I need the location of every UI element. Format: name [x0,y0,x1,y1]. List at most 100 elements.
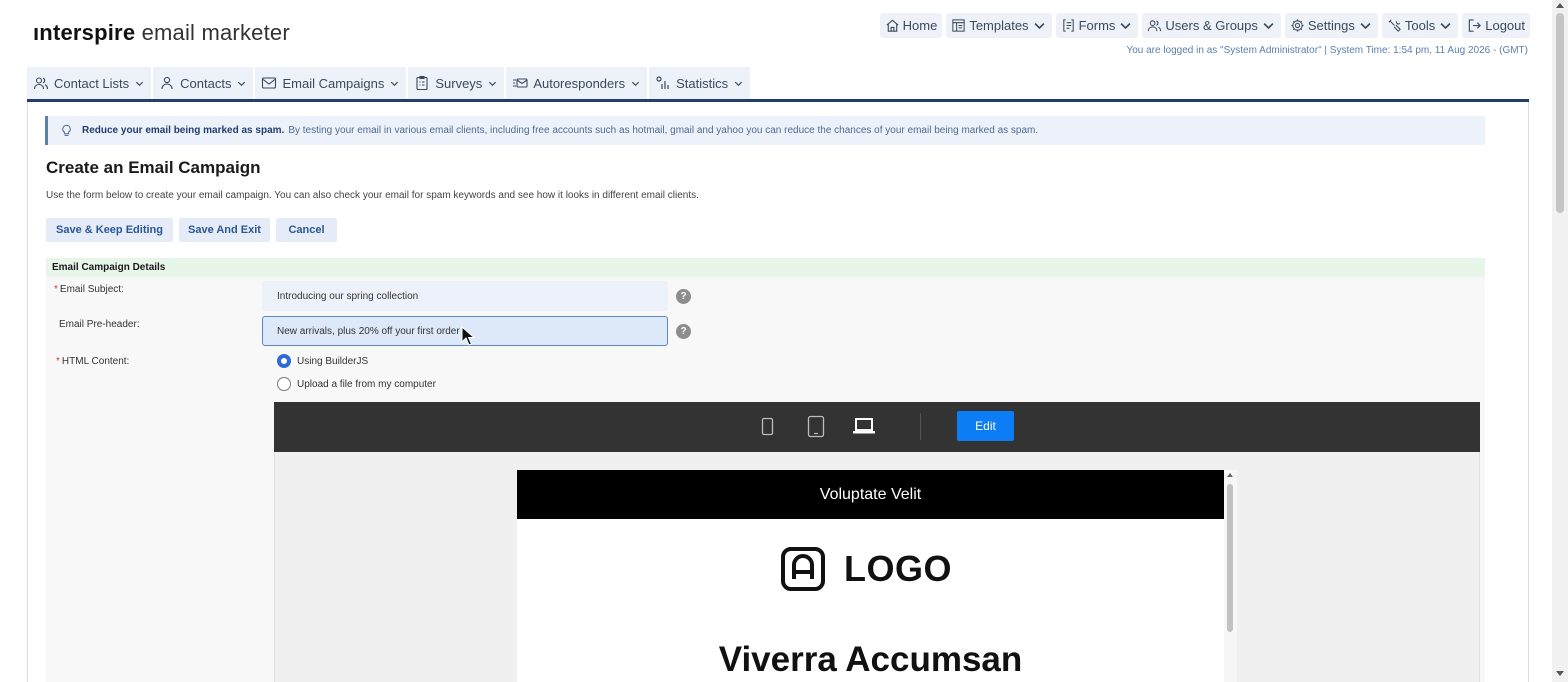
clipboard-icon [414,75,430,91]
tools-icon [1387,18,1402,33]
required-mark: * [56,356,60,367]
templates-icon [951,18,966,33]
tip-bold-text: Reduce your email being marked as spam. [82,125,285,136]
scrollbar-thumb[interactable] [1556,13,1564,213]
page-title: Create an Email Campaign [46,158,261,177]
nav-forms[interactable]: Forms [1055,13,1139,38]
email-top-bar: Voluptate Velit [517,470,1224,519]
menu-surveys[interactable]: Surveys [408,67,505,99]
lightbulb-icon [60,124,82,137]
nav-settings-label: Settings [1307,18,1355,33]
logo-text: LOGO [844,548,952,589]
forms-icon [1061,18,1076,33]
tip-text: By testing your email in various email c… [288,125,1039,136]
menu-surveys-label: Surveys [435,75,483,91]
logout-icon [1467,18,1482,33]
nav-templates-label: Templates [969,18,1029,33]
home-icon [885,18,900,33]
users-icon [1147,18,1162,33]
content-border-right [1528,102,1529,682]
contact-lists-icon [33,75,49,91]
page-intro: Use the form below to create your email … [46,190,699,201]
radio-button[interactable] [277,377,291,391]
edit-button[interactable]: Edit [957,411,1014,441]
chevron-down-icon [134,78,145,89]
radio-button-selected[interactable] [277,354,291,368]
logo-bold-text: ınterspire [33,20,136,45]
mobile-icon[interactable] [761,417,774,436]
menu-statistics-label: Statistics [676,75,729,91]
menu-contacts[interactable]: Contacts [153,67,254,99]
tablet-icon[interactable] [807,415,825,438]
email-heading: Viverra Accumsan [718,640,1023,679]
nav-logout-label: Logout [1485,18,1525,33]
menu-autoresponders-label: Autoresponders [533,75,626,91]
menu-email-campaigns-label: Email Campaigns [282,75,385,91]
radio-upload-label: Upload a file from my computer [297,378,436,390]
chevron-down-icon [1118,18,1133,33]
scroll-up-arrow-icon[interactable] [1556,3,1564,8]
save-and-exit-button[interactable]: Save And Exit [179,218,270,242]
chevron-down-icon [733,78,744,89]
chevron-down-icon [1032,18,1047,33]
envelope-icon [261,75,277,91]
section-header: Email Campaign Details [46,258,1485,277]
required-mark: * [54,284,58,295]
chevron-down-icon [1358,18,1373,33]
app-logo[interactable]: ınterspire email marketer [33,20,290,46]
nav-templates[interactable]: Templates [946,13,1052,38]
menu-email-campaigns[interactable]: Email Campaigns [255,67,407,99]
contacts-icon [159,75,175,91]
login-info: You are logged in as "System Administrat… [1126,45,1528,56]
menu-contacts-label: Contacts [180,75,232,91]
spam-tip-banner: Reduce your email being marked as spam. … [45,116,1485,145]
autoresponder-icon [512,75,528,91]
html-content-label: * HTML Content: [56,356,130,367]
help-icon[interactable]: ? [676,324,691,339]
nav-settings[interactable]: Settings [1284,13,1378,38]
scroll-up-arrow-icon[interactable] [1227,473,1233,477]
email-preview[interactable]: Voluptate Velit LOGO Viverra Accumsan [517,470,1237,682]
menu-divider [27,99,1529,102]
email-subject-label: * Email Subject: [54,284,124,295]
mouse-cursor-icon [461,326,475,346]
save-keep-editing-button[interactable]: Save & Keep Editing [46,218,173,242]
chevron-down-icon [236,78,247,89]
nav-tools[interactable]: Tools [1381,13,1459,38]
menu-autoresponders[interactable]: Autoresponders [506,67,648,99]
email-preheader-label: Email Pre-header: [59,319,140,330]
chevron-down-icon [487,78,498,89]
radio-builderjs-label: Using BuilderJS [297,355,369,367]
help-icon[interactable]: ? [676,289,691,304]
chevron-down-icon [389,78,400,89]
builder-toolbar [274,402,1480,452]
preview-scrollbar[interactable] [1224,470,1237,682]
radio-upload-file[interactable]: Upload a file from my computer [277,377,436,391]
radio-builderjs[interactable]: Using BuilderJS [277,354,368,368]
nav-users-groups[interactable]: Users & Groups [1142,13,1281,38]
scrollbar-thumb[interactable] [1227,484,1233,632]
gear-icon [1290,18,1305,33]
nav-tools-label: Tools [1404,18,1436,33]
nav-home[interactable]: Home [879,13,943,38]
top-navigation: Home Templates Forms Users & Groups Sett… [879,13,1530,38]
menu-contact-lists-label: Contact Lists [54,75,130,91]
menu-statistics[interactable]: Statistics [649,67,751,99]
logo-light-text: email marketer [135,20,290,45]
scroll-down-arrow-icon[interactable] [1556,671,1564,676]
toolbar-divider [920,413,921,440]
nav-forms-label: Forms [1078,18,1116,33]
content-border-left [27,102,28,682]
chevron-down-icon [630,78,641,89]
email-subject-input[interactable]: Introducing our spring collection [262,281,668,311]
chevron-down-icon [1438,18,1453,33]
window-scrollbar[interactable] [1552,0,1568,682]
nav-home-label: Home [902,18,938,33]
cancel-button[interactable]: Cancel [276,218,337,242]
email-logo: LOGO [780,546,952,592]
laptop-icon[interactable] [852,417,876,435]
menu-contact-lists[interactable]: Contact Lists [27,67,152,99]
nav-logout[interactable]: Logout [1462,13,1530,38]
statistics-icon [655,75,671,91]
main-menu: Contact Lists Contacts Email Campaigns S… [27,67,751,99]
